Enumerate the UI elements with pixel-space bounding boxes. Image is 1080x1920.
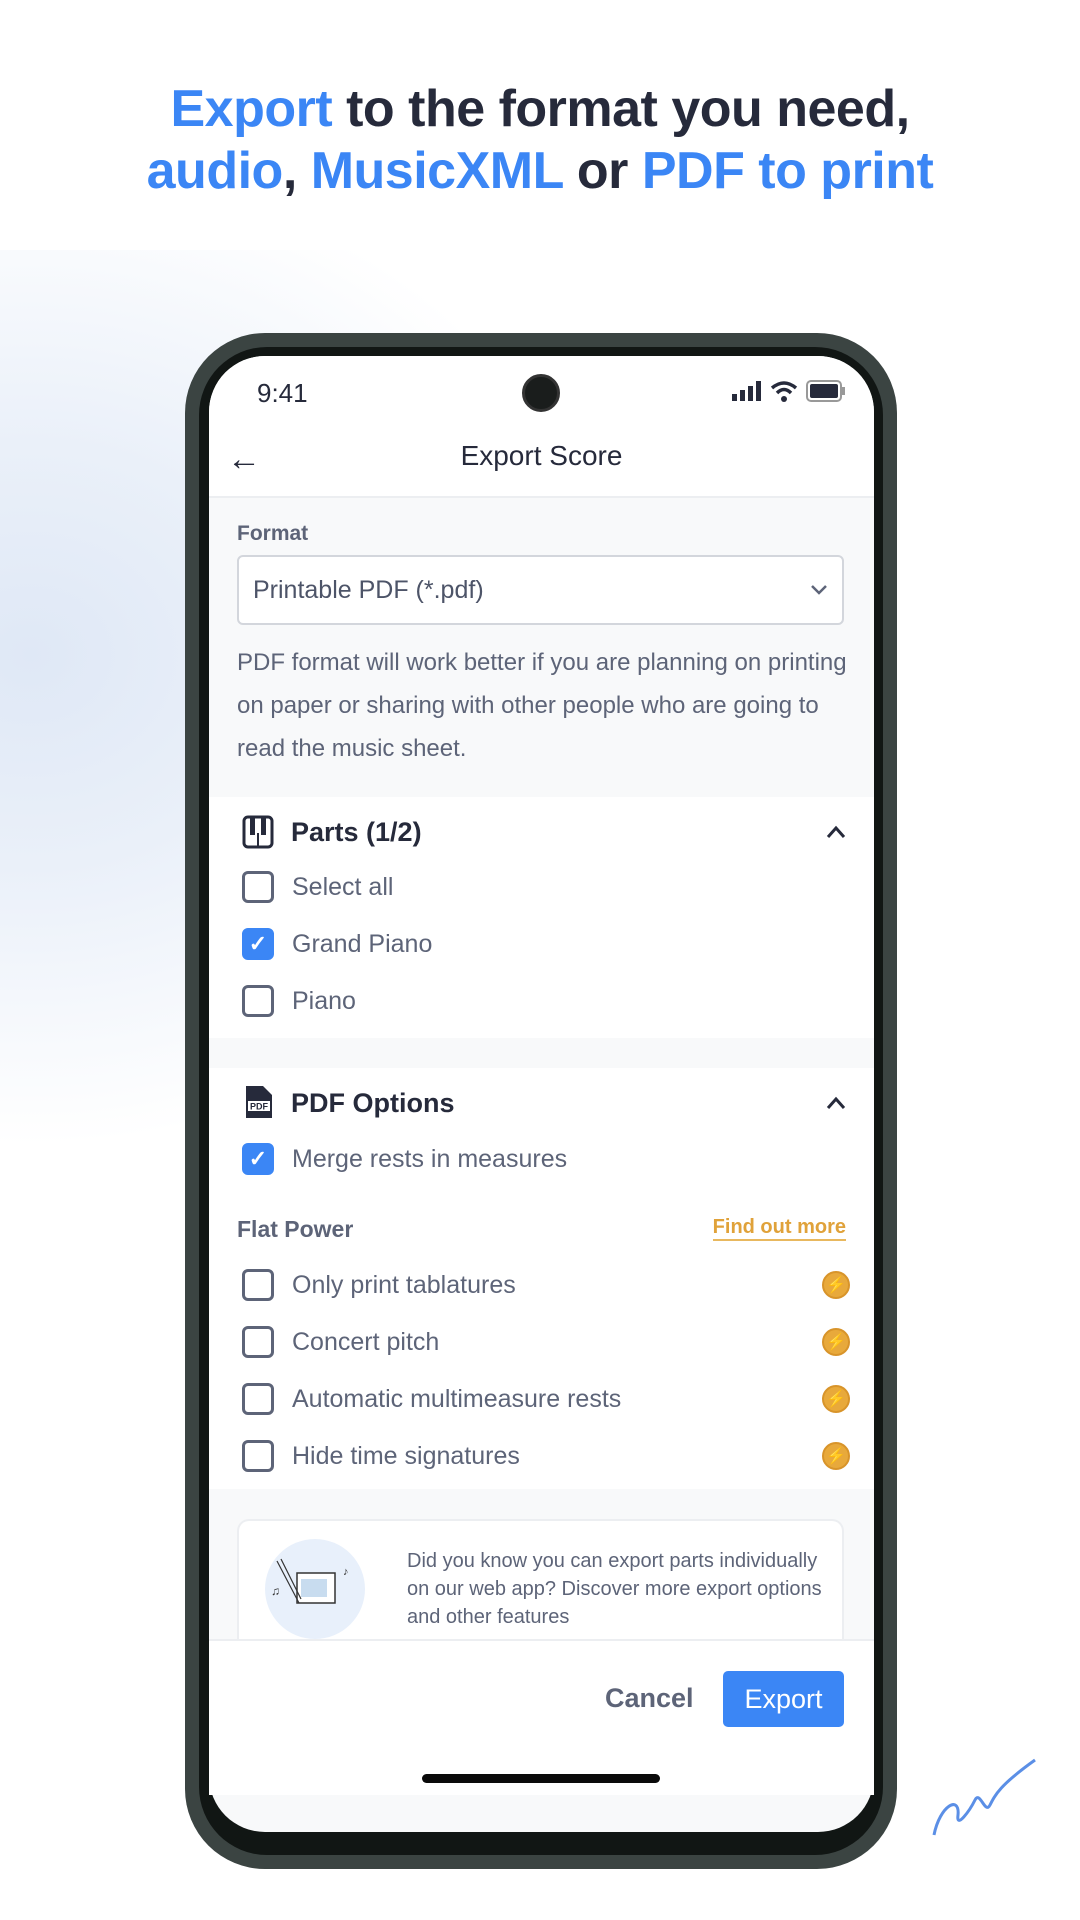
checkbox-label: Automatic multimeasure rests (292, 1384, 622, 1413)
check-icon[interactable]: ✓ (242, 1143, 274, 1175)
checkbox-label: Only print tablatures (292, 1270, 516, 1299)
format-description: PDF format will work better if you are p… (237, 649, 847, 762)
checkbox-concert-pitch[interactable]: Concert pitch (242, 1326, 439, 1358)
checkbox-hide-time-signatures[interactable]: Hide time signatures (242, 1440, 520, 1472)
app-screen: 9:41 ← Export Score Format Printable PDF… (209, 356, 874, 1832)
svg-text:PDF: PDF (250, 1102, 269, 1112)
pdf-options-section: PDF PDF Options ✓ Merge rests in measures… (209, 1068, 874, 1489)
pdf-options-title: PDF Options (291, 1088, 455, 1118)
chevron-up-icon[interactable] (826, 1090, 846, 1116)
find-out-more-link[interactable]: Find out more (712, 1216, 846, 1241)
checkbox-multimeasure-rests[interactable]: Automatic multimeasure rests (242, 1383, 621, 1415)
squiggle-decoration (932, 1758, 1036, 1836)
headline: Export to the format you need, audio, Mu… (0, 78, 1080, 202)
signal-icon (732, 381, 761, 401)
page-title: Export Score (460, 440, 623, 471)
lightning-icon: ⚡ (822, 1271, 850, 1299)
app-header: ← Export Score (209, 426, 874, 498)
checkbox-grand-piano[interactable]: ✓ Grand Piano (242, 928, 432, 960)
checkbox[interactable] (242, 1440, 274, 1472)
home-indicator[interactable] (422, 1774, 660, 1783)
export-button[interactable]: Export (723, 1671, 844, 1727)
headline-pdf: PDF to print (641, 142, 934, 200)
cancel-button[interactable]: Cancel (605, 1683, 694, 1714)
piano-icon (242, 815, 274, 849)
lightning-icon: ⚡ (822, 1328, 850, 1356)
lightning-icon: ⚡ (822, 1385, 850, 1413)
export-illustration: ♫ ♪ (265, 1539, 365, 1639)
parts-title: Parts (1/2) (291, 817, 422, 847)
headline-or: or (562, 142, 642, 200)
promo-card: ♫ ♪ Did you know you can export parts ind… (237, 1519, 844, 1639)
headline-export: Export (170, 80, 333, 138)
format-select[interactable]: Printable PDF (*.pdf) (237, 555, 844, 625)
svg-text:♪: ♪ (343, 1566, 349, 1578)
checkbox-piano[interactable]: Piano (242, 985, 356, 1017)
chevron-down-icon (811, 585, 827, 595)
checkbox-select-all[interactable]: Select all (242, 871, 393, 903)
format-label: Format (237, 522, 309, 545)
checkbox-label: Piano (292, 986, 356, 1015)
checkbox[interactable] (242, 1269, 274, 1301)
checkbox-merge-rests[interactable]: ✓ Merge rests in measures (242, 1143, 567, 1175)
footer: Cancel Export (209, 1639, 874, 1795)
battery-icon (806, 380, 845, 402)
headline-audio: audio (146, 142, 284, 200)
checkbox-label: Hide time signatures (292, 1441, 520, 1470)
checkbox[interactable] (242, 1326, 274, 1358)
status-time: 9:41 (257, 378, 308, 408)
parts-section: Parts (1/2) Select all ✓ Grand Piano Pian… (209, 797, 874, 1038)
checkbox[interactable] (242, 1383, 274, 1415)
headline-musicxml: MusicXML (310, 142, 564, 200)
headline-comma: , (282, 142, 311, 200)
checkbox-label: Select all (292, 872, 394, 901)
checkbox-only-tablatures[interactable]: Only print tablatures (242, 1269, 516, 1301)
lightning-icon: ⚡ (822, 1442, 850, 1470)
check-icon[interactable]: ✓ (242, 928, 274, 960)
status-icons (732, 380, 846, 402)
wifi-icon (770, 381, 798, 402)
svg-text:♫: ♫ (271, 1584, 280, 1598)
format-select-value: Printable PDF (*.pdf) (253, 575, 484, 604)
checkbox-label: Merge rests in measures (292, 1144, 568, 1173)
checkbox-label: Concert pitch (292, 1327, 440, 1356)
flat-power-label: Flat Power (237, 1216, 354, 1242)
checkbox[interactable] (242, 871, 274, 903)
promo-text: Did you know you can export parts indivi… (407, 1550, 822, 1628)
camera-icon (522, 374, 560, 412)
headline-text: to the format you need, (332, 80, 910, 138)
checkbox[interactable] (242, 985, 274, 1017)
checkbox-label: Grand Piano (292, 929, 433, 958)
pdf-file-icon: PDF (246, 1086, 272, 1118)
chevron-up-icon[interactable] (826, 819, 846, 845)
